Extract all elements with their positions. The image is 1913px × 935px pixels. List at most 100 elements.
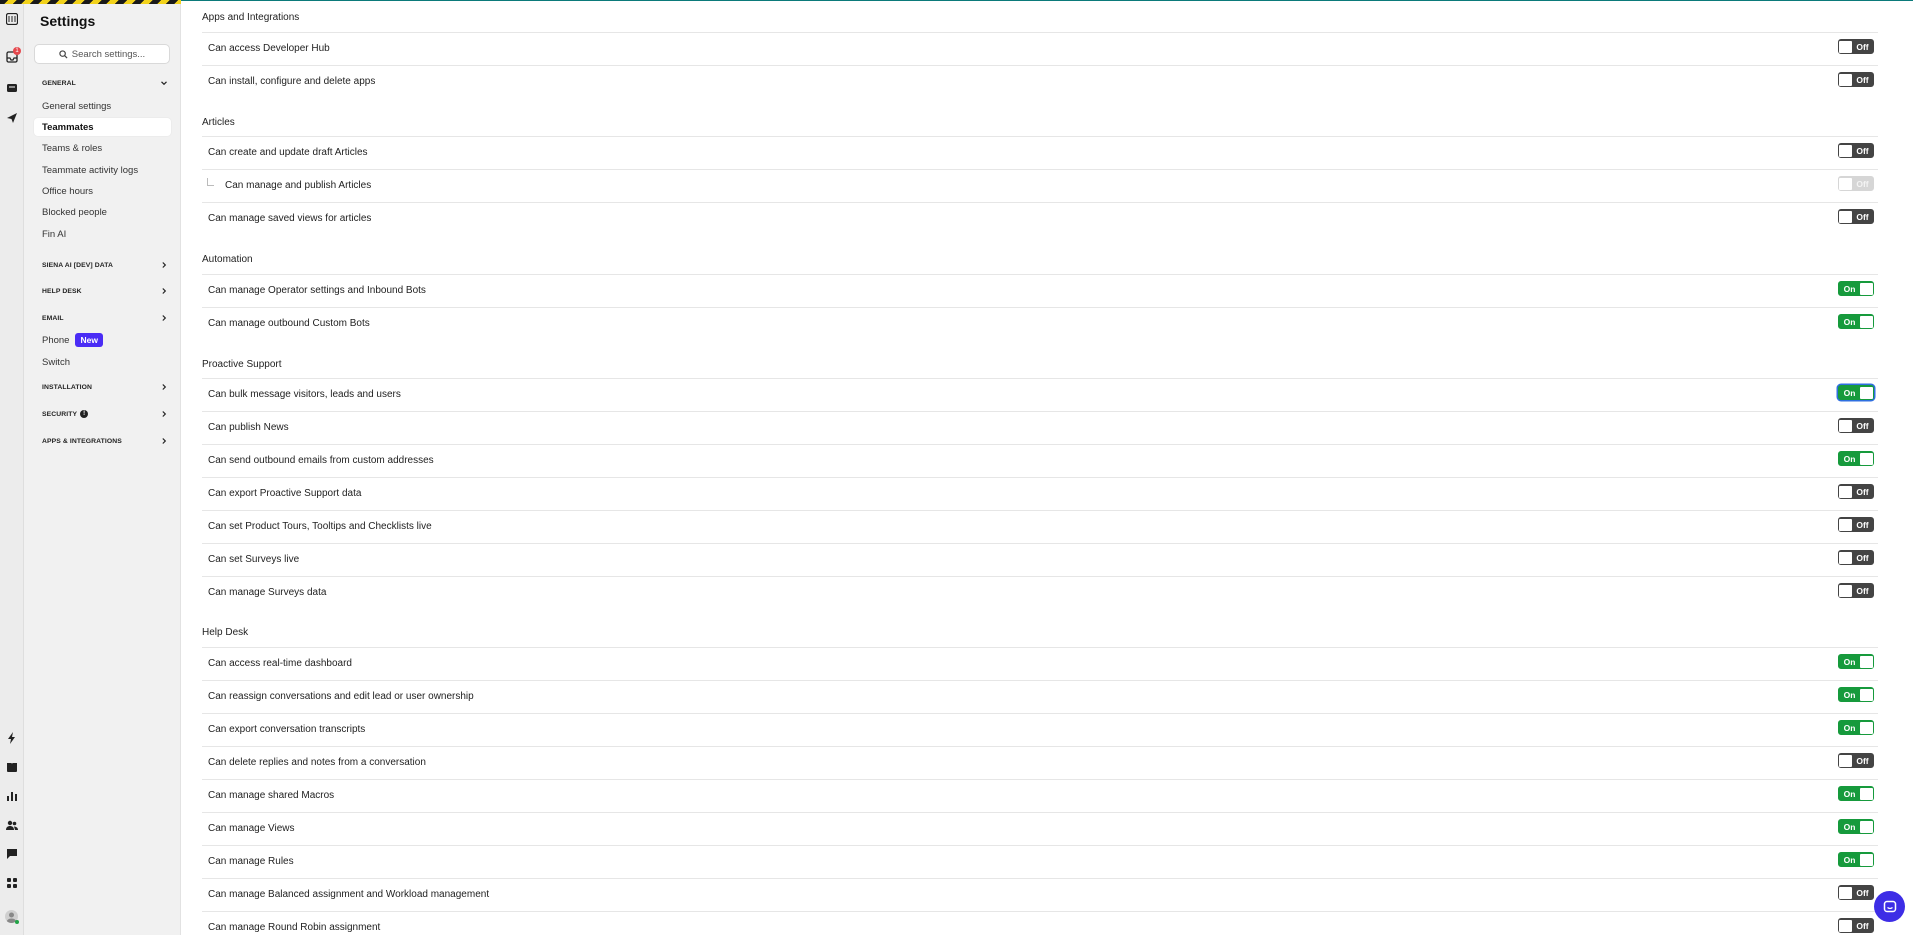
section-security[interactable]: SECURITY ! xyxy=(42,407,168,421)
messenger-launcher-button[interactable] xyxy=(1874,891,1905,922)
permission-label: Can delete replies and notes from a conv… xyxy=(208,757,426,768)
permission-label: Can manage saved views for articles xyxy=(208,213,372,224)
permission-row: Can send outbound emails from custom add… xyxy=(202,444,1878,476)
permission-toggle[interactable]: Off xyxy=(1838,484,1874,499)
permission-toggle[interactable]: Off xyxy=(1838,418,1874,433)
permission-toggle[interactable]: On xyxy=(1838,281,1874,296)
top-stripe xyxy=(0,0,181,4)
permission-label: Can manage Surveys data xyxy=(208,587,327,598)
permission-row: Can bulk message visitors, leads and use… xyxy=(202,378,1878,410)
chat-icon xyxy=(1883,900,1896,912)
permission-toggle[interactable]: On xyxy=(1838,720,1874,735)
section-general[interactable]: GENERAL xyxy=(42,76,168,90)
permission-toggle[interactable]: On xyxy=(1838,451,1874,466)
permission-toggle[interactable]: Off xyxy=(1838,209,1874,224)
permission-toggle[interactable]: Off xyxy=(1838,517,1874,532)
automation-icon[interactable] xyxy=(5,731,18,744)
permission-toggle[interactable]: On xyxy=(1838,687,1874,702)
tree-connector xyxy=(207,178,214,186)
permission-toggle[interactable]: On xyxy=(1838,654,1874,669)
permission-label: Can export Proactive Support data xyxy=(208,488,362,499)
permission-label: Can reassign conversations and edit lead… xyxy=(208,691,474,702)
permission-toggle[interactable]: On xyxy=(1838,385,1874,400)
permission-toggle-disabled: Off xyxy=(1838,176,1874,191)
permission-label: Can create and update draft Articles xyxy=(208,147,368,158)
category-articles: Articles xyxy=(202,117,235,128)
knowledge-icon[interactable] xyxy=(5,760,18,773)
permission-row: Can export Proactive Support data Off xyxy=(202,477,1878,509)
permission-row: Can install, configure and delete apps O… xyxy=(202,65,1878,97)
permission-label: Can manage Rules xyxy=(208,856,294,867)
section-siena-ai[interactable]: SIENA AI [DEV] DATA xyxy=(42,258,168,272)
sidebar-item-phone-label: Phone xyxy=(42,334,70,346)
permission-label: Can export conversation transcripts xyxy=(208,724,366,735)
sidebar-item-switch[interactable]: Switch xyxy=(34,353,171,371)
section-apps-label: APPS & INTEGRATIONS xyxy=(42,437,122,445)
sidebar-item-blocked-people[interactable]: Blocked people xyxy=(34,203,171,221)
section-helpdesk-label: HELP DESK xyxy=(42,287,82,295)
permission-row: Can delete replies and notes from a conv… xyxy=(202,746,1878,778)
sidebar-item-office-hours[interactable]: Office hours xyxy=(34,182,171,200)
permission-row: Can manage Rules On xyxy=(202,845,1878,877)
permission-label: Can manage Operator settings and Inbound… xyxy=(208,285,426,296)
permission-row: Can manage saved views for articles Off xyxy=(202,202,1878,234)
permission-toggle[interactable]: Off xyxy=(1838,753,1874,768)
sidebar-item-teammates[interactable]: Teammates xyxy=(34,118,171,136)
permission-label: Can manage Round Robin assignment xyxy=(208,922,381,933)
section-installation[interactable]: INSTALLATION xyxy=(42,380,168,394)
sidebar-item-fin-ai[interactable]: Fin AI xyxy=(34,225,171,243)
section-installation-label: INSTALLATION xyxy=(42,383,93,391)
reports-icon[interactable] xyxy=(5,789,18,802)
sidebar-item-general-settings[interactable]: General settings xyxy=(34,97,171,115)
permission-row: Can manage Balanced assignment and Workl… xyxy=(202,878,1878,910)
section-apps-integrations[interactable]: APPS & INTEGRATIONS xyxy=(42,434,168,448)
permission-row: Can reassign conversations and edit lead… xyxy=(202,680,1878,712)
category-proactive-support: Proactive Support xyxy=(202,359,282,370)
permission-row: Can publish News Off xyxy=(202,411,1878,443)
chevron-right-icon xyxy=(162,262,167,268)
permission-label: Can set Surveys live xyxy=(208,554,300,565)
permission-row: Can manage Operator settings and Inbound… xyxy=(202,274,1878,306)
permission-toggle[interactable]: Off xyxy=(1838,583,1874,598)
section-email[interactable]: EMAIL xyxy=(42,311,168,325)
sidebar-item-activity-logs[interactable]: Teammate activity logs xyxy=(34,161,171,179)
permission-row: Can manage outbound Custom Bots On xyxy=(202,307,1878,339)
tickets-icon[interactable] xyxy=(5,81,18,94)
permission-label: Can install, configure and delete apps xyxy=(208,76,376,87)
permissions-panel: Apps and Integrations Can access Develop… xyxy=(181,0,1913,935)
chevron-down-icon xyxy=(161,81,167,86)
permission-row: Can manage Views On xyxy=(202,812,1878,844)
permission-toggle[interactable]: Off xyxy=(1838,885,1874,900)
permission-row: Can manage shared Macros On xyxy=(202,779,1878,811)
sidebar-item-phone[interactable]: Phone New xyxy=(34,331,171,349)
permission-toggle[interactable]: Off xyxy=(1838,39,1874,54)
messages-icon[interactable] xyxy=(5,847,18,860)
grid-logo-icon[interactable] xyxy=(5,12,18,25)
permission-row: Can manage Round Robin assignment Off xyxy=(202,911,1878,935)
chevron-right-icon xyxy=(162,315,167,321)
chevron-right-icon xyxy=(162,438,167,444)
permission-label: Can manage Views xyxy=(208,823,295,834)
search-input[interactable]: Search settings... xyxy=(34,44,170,64)
permission-toggle[interactable]: Off xyxy=(1838,918,1874,933)
permission-label: Can manage outbound Custom Bots xyxy=(208,318,370,329)
online-status-dot xyxy=(15,920,19,924)
outbound-icon[interactable] xyxy=(5,111,18,124)
sidebar-item-teams-roles[interactable]: Teams & roles xyxy=(34,139,171,157)
permission-row: Can set Surveys live Off xyxy=(202,543,1878,575)
permission-toggle[interactable]: On xyxy=(1838,314,1874,329)
permission-row: Can create and update draft Articles Off xyxy=(202,136,1878,168)
permission-label: Can set Product Tours, Tooltips and Chec… xyxy=(208,521,432,532)
permission-toggle[interactable]: Off xyxy=(1838,550,1874,565)
permission-toggle[interactable]: On xyxy=(1838,786,1874,801)
permission-toggle[interactable]: Off xyxy=(1838,72,1874,87)
contacts-icon[interactable] xyxy=(5,818,18,831)
section-help-desk[interactable]: HELP DESK xyxy=(42,284,168,298)
permission-toggle[interactable]: Off xyxy=(1838,143,1874,158)
new-badge: New xyxy=(75,333,103,347)
apps-icon[interactable] xyxy=(5,876,18,889)
permission-toggle[interactable]: On xyxy=(1838,819,1874,834)
permission-label: Can manage Balanced assignment and Workl… xyxy=(208,889,490,900)
permission-row: Can manage and publish Articles Off xyxy=(202,169,1878,201)
permission-toggle[interactable]: On xyxy=(1838,852,1874,867)
